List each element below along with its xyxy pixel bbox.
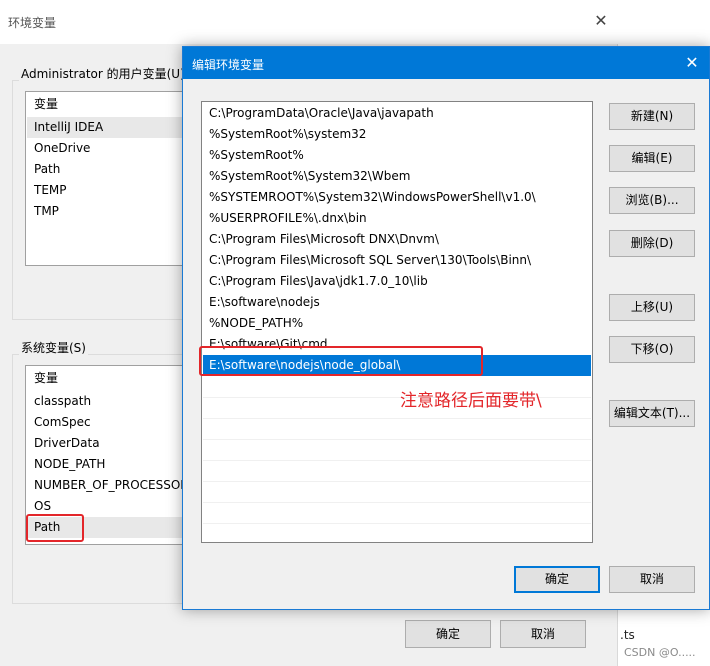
edit-environment-variable-dialog: 编辑环境变量 ✕ C:\ProgramData\Oracle\Java\java… (182, 46, 710, 610)
list-header-variable[interactable]: 变量 (27, 368, 194, 389)
cancel-button[interactable]: 取消 (500, 620, 586, 648)
new-button[interactable]: 新建(N) (609, 103, 695, 130)
watermark: CSDN @O..... (624, 646, 696, 659)
side-text: .ts (620, 628, 635, 642)
list-item[interactable]: classpath (27, 391, 194, 412)
path-entry[interactable]: %USERPROFILE%\.dnx\bin (203, 208, 591, 229)
list-header-variable[interactable]: 变量 (27, 94, 194, 115)
dialog-titlebar: 编辑环境变量 ✕ (183, 47, 709, 79)
list-item[interactable]: ComSpec (27, 412, 194, 433)
annotation-highlight-node-global (199, 346, 483, 376)
user-variables-label: Administrator 的用户变量(U) (19, 65, 187, 82)
ok-button[interactable]: 确定 (514, 566, 600, 593)
path-entry[interactable]: C:\ProgramData\Oracle\Java\javapath (203, 103, 591, 124)
ok-button[interactable]: 确定 (405, 620, 491, 648)
move-up-button[interactable]: 上移(U) (609, 294, 695, 321)
annotation-text: 注意路径后面要带\ (400, 391, 542, 411)
cancel-button[interactable]: 取消 (609, 566, 695, 593)
browse-button[interactable]: 浏览(B)... (609, 187, 695, 214)
list-item[interactable]: DriverData (27, 433, 194, 454)
list-item[interactable]: Path (27, 159, 194, 180)
list-item[interactable]: IntelliJ IDEA (27, 117, 194, 138)
list-item[interactable]: NUMBER_OF_PROCESSOR (27, 475, 194, 496)
edit-button[interactable]: 编辑(E) (609, 145, 695, 172)
path-entry[interactable]: E:\software\nodejs (203, 292, 591, 313)
list-item[interactable]: TMP (27, 201, 194, 222)
delete-button[interactable]: 删除(D) (609, 230, 695, 257)
path-entry[interactable]: %SYSTEMROOT%\System32\WindowsPowerShell\… (203, 187, 591, 208)
annotation-highlight-path (26, 514, 84, 542)
system-variables-label: 系统变量(S) (19, 339, 88, 356)
close-icon[interactable]: ✕ (592, 12, 610, 30)
path-entry[interactable]: C:\Program Files\Microsoft DNX\Dnvm\ (203, 229, 591, 250)
path-entry[interactable]: C:\Program Files\Microsoft SQL Server\13… (203, 250, 591, 271)
path-entry[interactable]: %NODE_PATH% (203, 313, 591, 334)
list-item[interactable]: NODE_PATH (27, 454, 194, 475)
move-down-button[interactable]: 下移(O) (609, 336, 695, 363)
user-variables-list[interactable]: 变量 IntelliJ IDEA OneDrive Path TEMP TMP (25, 91, 195, 266)
path-entries-list[interactable]: C:\ProgramData\Oracle\Java\javapath %Sys… (201, 101, 593, 543)
edit-text-button[interactable]: 编辑文本(T)... (609, 400, 695, 427)
path-entry[interactable]: %SystemRoot%\System32\Wbem (203, 166, 591, 187)
dialog-title: 编辑环境变量 (192, 58, 265, 72)
path-entry[interactable]: %SystemRoot% (203, 145, 591, 166)
window-title: 环境变量 (8, 16, 57, 30)
window-titlebar: 环境变量 ✕ (0, 0, 618, 44)
list-item[interactable]: OneDrive (27, 138, 194, 159)
path-entry[interactable]: C:\Program Files\Java\jdk1.7.0_10\lib (203, 271, 591, 292)
close-icon[interactable]: ✕ (683, 54, 701, 72)
list-item[interactable]: TEMP (27, 180, 194, 201)
path-entry[interactable]: %SystemRoot%\system32 (203, 124, 591, 145)
